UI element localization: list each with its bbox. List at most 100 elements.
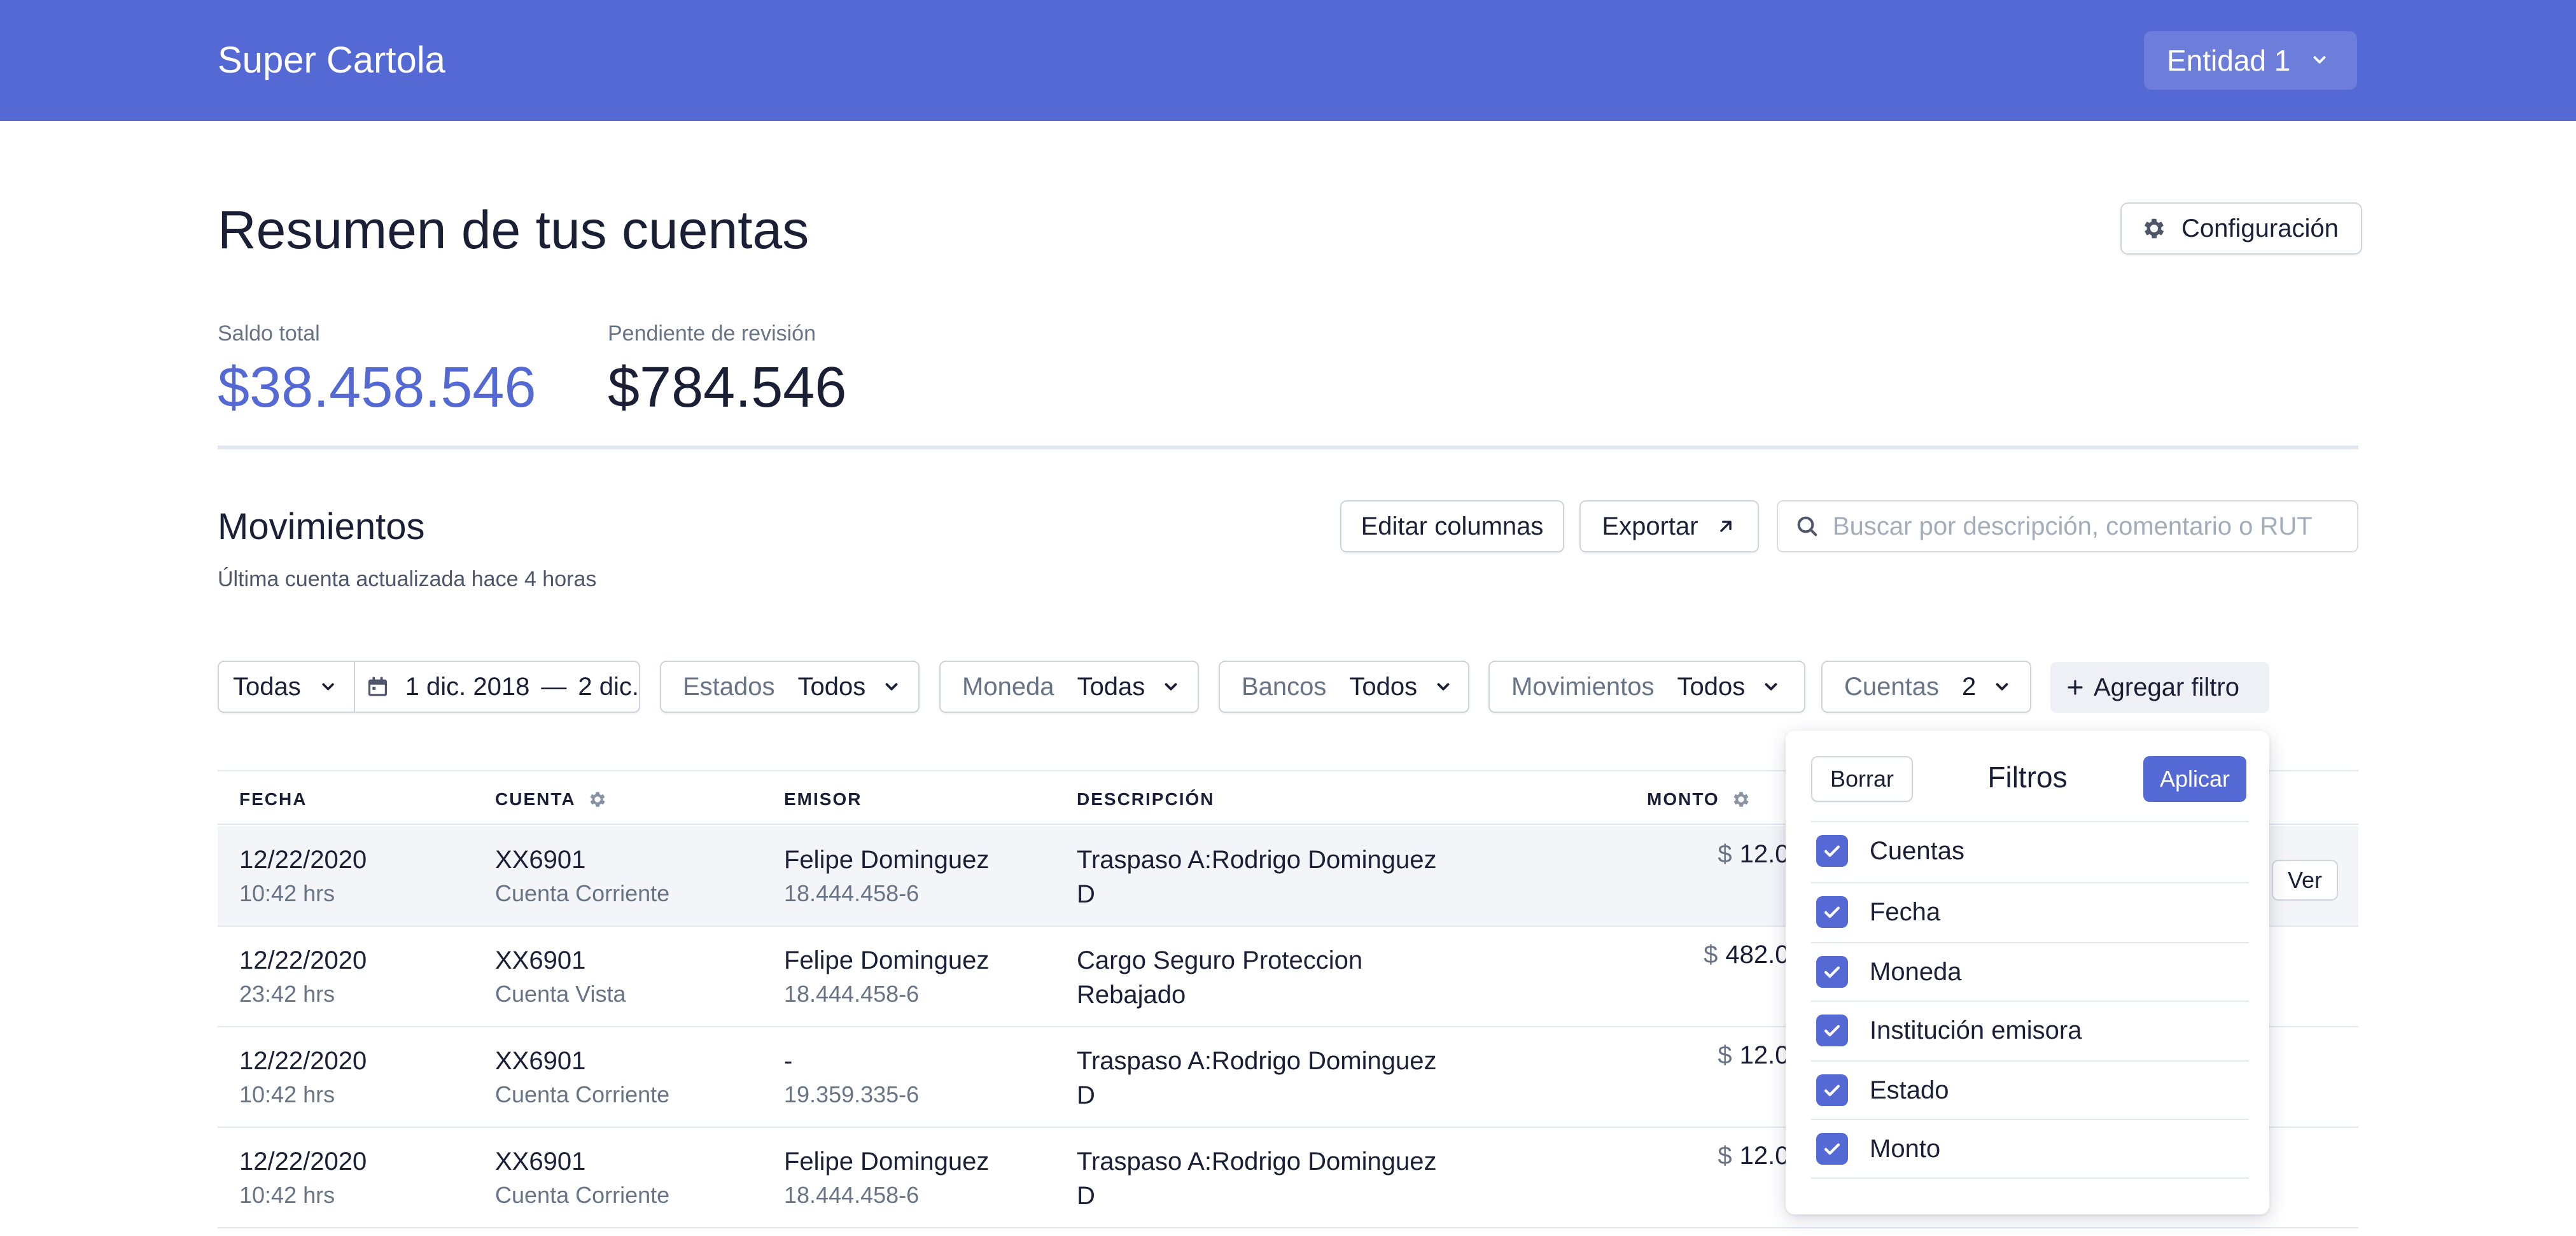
row-date: 12/22/2020 [239,1148,367,1176]
row-currency: $ [1718,1142,1732,1170]
filter-option-cuentas[interactable]: Cuentas [1811,821,2249,880]
row-currency: $ [1704,941,1718,969]
row-description-cont: D [1077,880,1095,908]
chevron-down-icon [885,683,898,691]
date-filter[interactable]: Todas 1 dic. 2018 — 2 dic. [218,661,640,713]
divider [218,446,2358,449]
row-time: 10:42 hrs [239,1182,335,1208]
filter-option-label: Institución emisora [1870,1016,2082,1044]
search-input[interactable]: Buscar por descripción, comentario o RUT [1777,500,2358,552]
movimientos-filter[interactable]: Movimientos Todos [1488,661,1805,713]
filter-option-fecha[interactable]: Fecha [1811,882,2249,941]
row-date: 12/22/2020 [239,1047,367,1075]
row-time: 10:42 hrs [239,880,335,906]
filter-option-institucion[interactable]: Institución emisora [1811,1001,2249,1059]
chevron-down-icon [1996,683,2008,691]
row-description-cont: D [1077,1182,1095,1210]
date-to: 2 dic. [578,672,639,701]
checkbox-checked-icon[interactable] [1816,896,1848,928]
edit-columns-label: Editar columnas [1361,512,1544,540]
row-issuer: Felipe Dominguez [784,946,990,974]
row-rut: 18.444.458-6 [784,981,920,1007]
estados-filter-label: Estados [683,672,775,701]
chevron-down-icon [2313,56,2326,64]
checkbox-checked-icon[interactable] [1816,1133,1848,1165]
row-issuer: Felipe Dominguez [784,1148,990,1176]
export-label: Exportar [1602,512,1698,540]
configuration-button[interactable]: Configuración [2120,202,2362,255]
row-description: Traspaso A:Rodrigo Dominguez [1077,1148,1437,1176]
cuentas-filter[interactable]: Cuentas 2 [1821,661,2031,713]
checkbox-checked-icon[interactable] [1816,1074,1848,1106]
row-rut: 18.444.458-6 [784,880,920,906]
checkbox-checked-icon[interactable] [1816,956,1848,988]
gear-icon [2144,218,2164,239]
filter-option-label: Monto [1870,1134,1941,1163]
filter-option-label: Estado [1870,1076,1949,1104]
chevron-down-icon [322,683,334,691]
column-cuenta[interactable]: CUENTA [495,789,608,810]
chevron-down-icon [1437,683,1450,691]
filter-option-more[interactable] [1811,1177,2249,1236]
date-filter-divider [353,662,355,712]
movimientos-title: Movimientos [218,506,425,547]
entity-selector[interactable]: Entidad 1 [2144,31,2357,90]
column-fecha[interactable]: FECHA [239,789,307,810]
filter-option-moneda[interactable]: Moneda [1811,942,2249,1001]
row-account: XX6901 [495,1047,586,1075]
checkbox-checked-icon[interactable] [1816,1015,1848,1046]
edit-columns-button[interactable]: Editar columnas [1340,500,1564,552]
date-separator: — [541,672,567,701]
entity-selector-label: Entidad 1 [2167,44,2291,77]
row-description: Traspaso A:Rodrigo Dominguez [1077,846,1437,874]
movimientos-filter-label: Movimientos [1511,672,1655,701]
filter-option-label: Cuentas [1870,836,1964,865]
calendar-icon [368,677,387,696]
period-select[interactable]: Todas [233,673,301,701]
column-descripcion[interactable]: DESCRIPCIÓN [1077,789,1214,810]
filter-option-monto[interactable]: Monto [1811,1119,2249,1177]
search-icon [1797,516,1817,537]
row-currency: $ [1718,1041,1732,1069]
filter-option-label: Fecha [1870,897,1941,926]
moneda-filter[interactable]: Moneda Todas [939,661,1199,713]
checkbox-checked-icon[interactable] [1816,835,1848,867]
export-button[interactable]: Exportar [1579,500,1759,552]
add-filter-button[interactable]: Agregar filtro [2050,662,2269,713]
apply-filters-button[interactable]: Aplicar [2143,756,2246,802]
row-account: XX6901 [495,946,586,974]
row-currency: $ [1718,840,1732,868]
row-account-type: Cuenta Corriente [495,1081,670,1107]
saldo-value: $38.458.546 [218,356,536,419]
column-emisor[interactable]: EMISOR [784,789,862,810]
bancos-filter-label: Bancos [1242,672,1327,701]
bancos-filter[interactable]: Bancos Todos [1219,661,1469,713]
row-time: 23:42 hrs [239,981,335,1007]
estados-filter-value: Todos [797,672,866,701]
last-update-text: Última cuenta actualizada hace 4 horas [218,567,597,591]
app-title[interactable]: Super Cartola [218,36,445,85]
row-description-cont: D [1077,1081,1095,1109]
row-issuer: - [784,1047,793,1075]
column-cuenta-label: CUENTA [495,789,576,809]
estados-filter[interactable]: Estados Todos [660,661,920,713]
view-row-button[interactable]: Ver [2272,860,2338,901]
row-rut: 18.444.458-6 [784,1182,920,1208]
row-description: Cargo Seguro Proteccion [1077,946,1363,974]
search-placeholder: Buscar por descripción, comentario o RUT [1833,512,2313,540]
configuration-label: Configuración [2181,214,2339,242]
row-account-type: Cuenta Corriente [495,880,670,906]
arrow-up-right-icon [1719,521,1732,532]
chevron-down-icon [1165,683,1177,691]
moneda-filter-label: Moneda [962,672,1054,701]
row-date: 12/22/2020 [239,946,367,974]
cuentas-filter-value: 2 [1961,672,1977,701]
column-monto[interactable]: MONTO [1647,789,1751,810]
saldo-label: Saldo total [218,321,320,346]
gear-icon[interactable] [1731,789,1751,810]
filter-option-estado[interactable]: Estado [1811,1060,2249,1119]
gear-icon[interactable] [587,789,608,810]
pendiente-value: $784.546 [608,356,847,419]
row-account: XX6901 [495,1148,586,1176]
moneda-filter-value: Todas [1077,672,1145,701]
